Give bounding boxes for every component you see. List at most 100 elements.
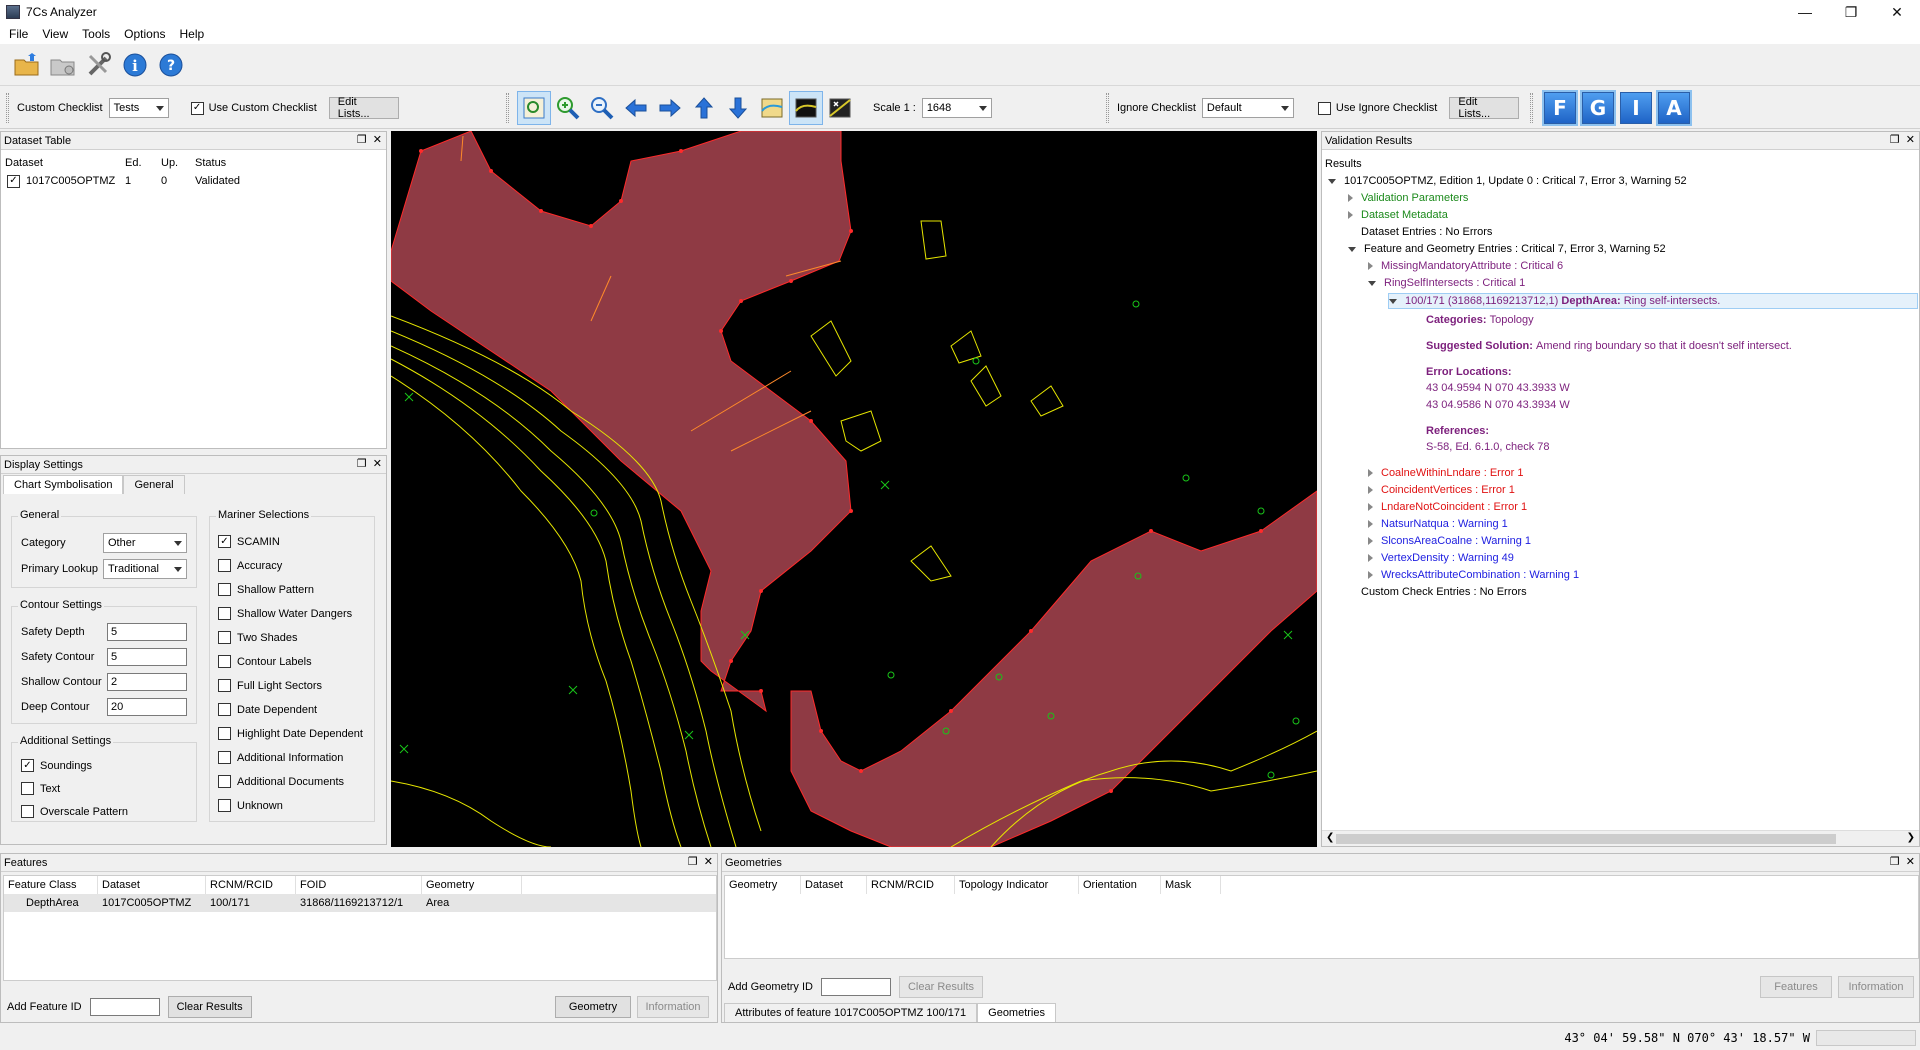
scale-select[interactable]: 1648 [921, 98, 992, 118]
add-feature-id-input[interactable] [89, 998, 160, 1016]
tree-check-coalne[interactable]: CoalneWithinLndare : Error 1 [1368, 466, 1523, 480]
use-custom-checklist-checkbox[interactable]: ✓ [190, 101, 204, 115]
tab-geometries[interactable]: Geometries [977, 1003, 1056, 1022]
horizontal-scrollbar[interactable]: ❮ ❯ [1322, 830, 1919, 846]
filter-feature-button[interactable]: F [1542, 90, 1578, 126]
pan-down-icon[interactable] [721, 91, 755, 125]
error-location-2[interactable]: 43 04.9586 N 070 43.3934 W [1426, 398, 1570, 412]
tree-dataset-metadata[interactable]: Dataset Metadata [1348, 208, 1448, 222]
close-icon[interactable]: ✕ [373, 133, 382, 146]
highlight-date-dependent-checkbox[interactable] [218, 727, 231, 740]
use-ignore-checklist-checkbox[interactable] [1317, 101, 1331, 115]
primary-lookup-select[interactable]: Traditional [103, 559, 187, 579]
tab-chart-symbolisation[interactable]: Chart Symbolisation [3, 475, 124, 494]
help-icon[interactable]: ? [156, 50, 186, 80]
tree-root[interactable]: 1017C005OPTMZ, Edition 1, Update 0 : Cri… [1328, 174, 1687, 188]
information-button[interactable]: Information [637, 996, 709, 1018]
clear-results-button[interactable]: Clear Results [167, 996, 252, 1018]
dataset-row[interactable]: ✓ 1017C005OPTMZ 1 0 Validated [1, 172, 386, 190]
date-dependent-checkbox[interactable] [218, 703, 231, 716]
error-location-1[interactable]: 43 04.9594 N 070 43.3933 W [1426, 381, 1570, 395]
tree-check-wrecks[interactable]: WrecksAttributeCombination : Warning 1 [1368, 568, 1579, 582]
zoom-out-icon[interactable] [585, 91, 619, 125]
scroll-right-icon[interactable]: ❯ [1907, 832, 1915, 843]
scrollbar-thumb[interactable] [1336, 834, 1836, 844]
edit-lists-ignore-button[interactable]: Edit Lists... [1449, 96, 1520, 120]
shallow-contour-input[interactable] [107, 673, 187, 691]
info-icon[interactable]: i [120, 50, 150, 80]
chart-map-canvas[interactable] [391, 131, 1317, 847]
tree-feature-geometry[interactable]: Feature and Geometry Entries : Critical … [1348, 242, 1666, 256]
overscale-pattern-checkbox[interactable] [21, 805, 34, 818]
menu-help[interactable]: Help [173, 27, 212, 41]
chart-map-svg[interactable] [391, 131, 1317, 847]
unknown-checkbox[interactable] [218, 799, 231, 812]
close-dataset-icon[interactable] [48, 50, 78, 80]
menu-file[interactable]: File [2, 27, 35, 41]
tree-custom-check[interactable]: Custom Check Entries : No Errors [1361, 585, 1527, 599]
float-icon[interactable]: ❐ [357, 133, 367, 146]
tab-general[interactable]: General [123, 475, 185, 494]
close-icon[interactable]: ✕ [704, 855, 713, 868]
clear-geometry-results-button[interactable]: Clear Results [898, 976, 984, 998]
zoom-extent-icon[interactable] [517, 91, 551, 125]
accuracy-checkbox[interactable] [218, 559, 231, 572]
features-button[interactable]: Features [1760, 976, 1832, 998]
filter-info-button[interactable]: I [1620, 92, 1652, 124]
open-folder-icon[interactable] [12, 50, 42, 80]
table-row[interactable]: DepthArea 1017C005OPTMZ 100/171 31868/11… [4, 894, 716, 912]
custom-checklist-select[interactable]: Tests [108, 98, 169, 118]
ignore-checklist-select[interactable]: Default [1201, 98, 1294, 118]
close-icon[interactable]: ✕ [1906, 855, 1915, 868]
tree-validation-parameters[interactable]: Validation Parameters [1348, 191, 1468, 205]
float-icon[interactable]: ❐ [688, 855, 698, 868]
tools-icon[interactable] [84, 50, 114, 80]
chart-night-icon[interactable] [789, 91, 823, 125]
geometries-information-button[interactable]: Information [1838, 976, 1914, 998]
pan-right-icon[interactable] [653, 91, 687, 125]
geometry-button[interactable]: Geometry [555, 996, 631, 1018]
close-icon[interactable]: ✕ [1906, 133, 1915, 146]
tree-missing-mandatory[interactable]: MissingMandatoryAttribute : Critical 6 [1368, 259, 1563, 273]
restore-button[interactable]: ❐ [1828, 0, 1874, 24]
category-select[interactable]: Other [103, 533, 187, 553]
edit-lists-button[interactable]: Edit Lists... [328, 96, 399, 120]
float-icon[interactable]: ❐ [1890, 855, 1900, 868]
additional-documents-checkbox[interactable] [218, 775, 231, 788]
add-geometry-id-input[interactable] [820, 978, 891, 996]
filter-all-button[interactable]: A [1656, 90, 1692, 126]
chart-dusk-icon[interactable] [823, 91, 857, 125]
scamin-checkbox[interactable]: ✓ [218, 535, 231, 548]
contour-labels-checkbox[interactable] [218, 655, 231, 668]
menu-tools[interactable]: Tools [75, 27, 117, 41]
tree-check-vertex[interactable]: VertexDensity : Warning 49 [1368, 551, 1514, 565]
tree-check-coincident[interactable]: CoincidentVertices : Error 1 [1368, 483, 1515, 497]
text-checkbox[interactable] [21, 782, 34, 795]
float-icon[interactable]: ❐ [1890, 133, 1900, 146]
close-window-button[interactable]: ✕ [1874, 0, 1920, 24]
safety-contour-input[interactable] [107, 648, 187, 666]
dataset-checkbox[interactable]: ✓ [7, 174, 20, 188]
deep-contour-input[interactable] [107, 698, 187, 716]
safety-depth-input[interactable] [107, 623, 187, 641]
tab-attributes-of-feature[interactable]: Attributes of feature 1017C005OPTMZ 100/… [724, 1003, 978, 1022]
menu-view[interactable]: View [35, 27, 75, 41]
additional-information-checkbox[interactable] [218, 751, 231, 764]
shallow-water-dangers-checkbox[interactable] [218, 607, 231, 620]
shallow-pattern-checkbox[interactable] [218, 583, 231, 596]
two-shades-checkbox[interactable] [218, 631, 231, 644]
tree-selected-error[interactable]: 100/171 (31868,1169213712,1) DepthArea: … [1388, 293, 1918, 309]
scroll-left-icon[interactable]: ❮ [1326, 832, 1334, 843]
close-icon[interactable]: ✕ [373, 457, 382, 470]
tree-check-natsur[interactable]: NatsurNatqua : Warning 1 [1368, 517, 1508, 531]
tree-check-slcons[interactable]: SlconsAreaCoalne : Warning 1 [1368, 534, 1531, 548]
filter-geometry-button[interactable]: G [1580, 90, 1616, 126]
chart-day-icon[interactable] [755, 91, 789, 125]
float-icon[interactable]: ❐ [357, 457, 367, 470]
soundings-checkbox[interactable]: ✓ [21, 759, 34, 772]
tree-check-lndare[interactable]: LndareNotCoincident : Error 1 [1368, 500, 1527, 514]
menu-options[interactable]: Options [117, 27, 172, 41]
zoom-in-icon[interactable] [551, 91, 585, 125]
tree-dataset-entries[interactable]: Dataset Entries : No Errors [1361, 225, 1492, 239]
pan-up-icon[interactable] [687, 91, 721, 125]
